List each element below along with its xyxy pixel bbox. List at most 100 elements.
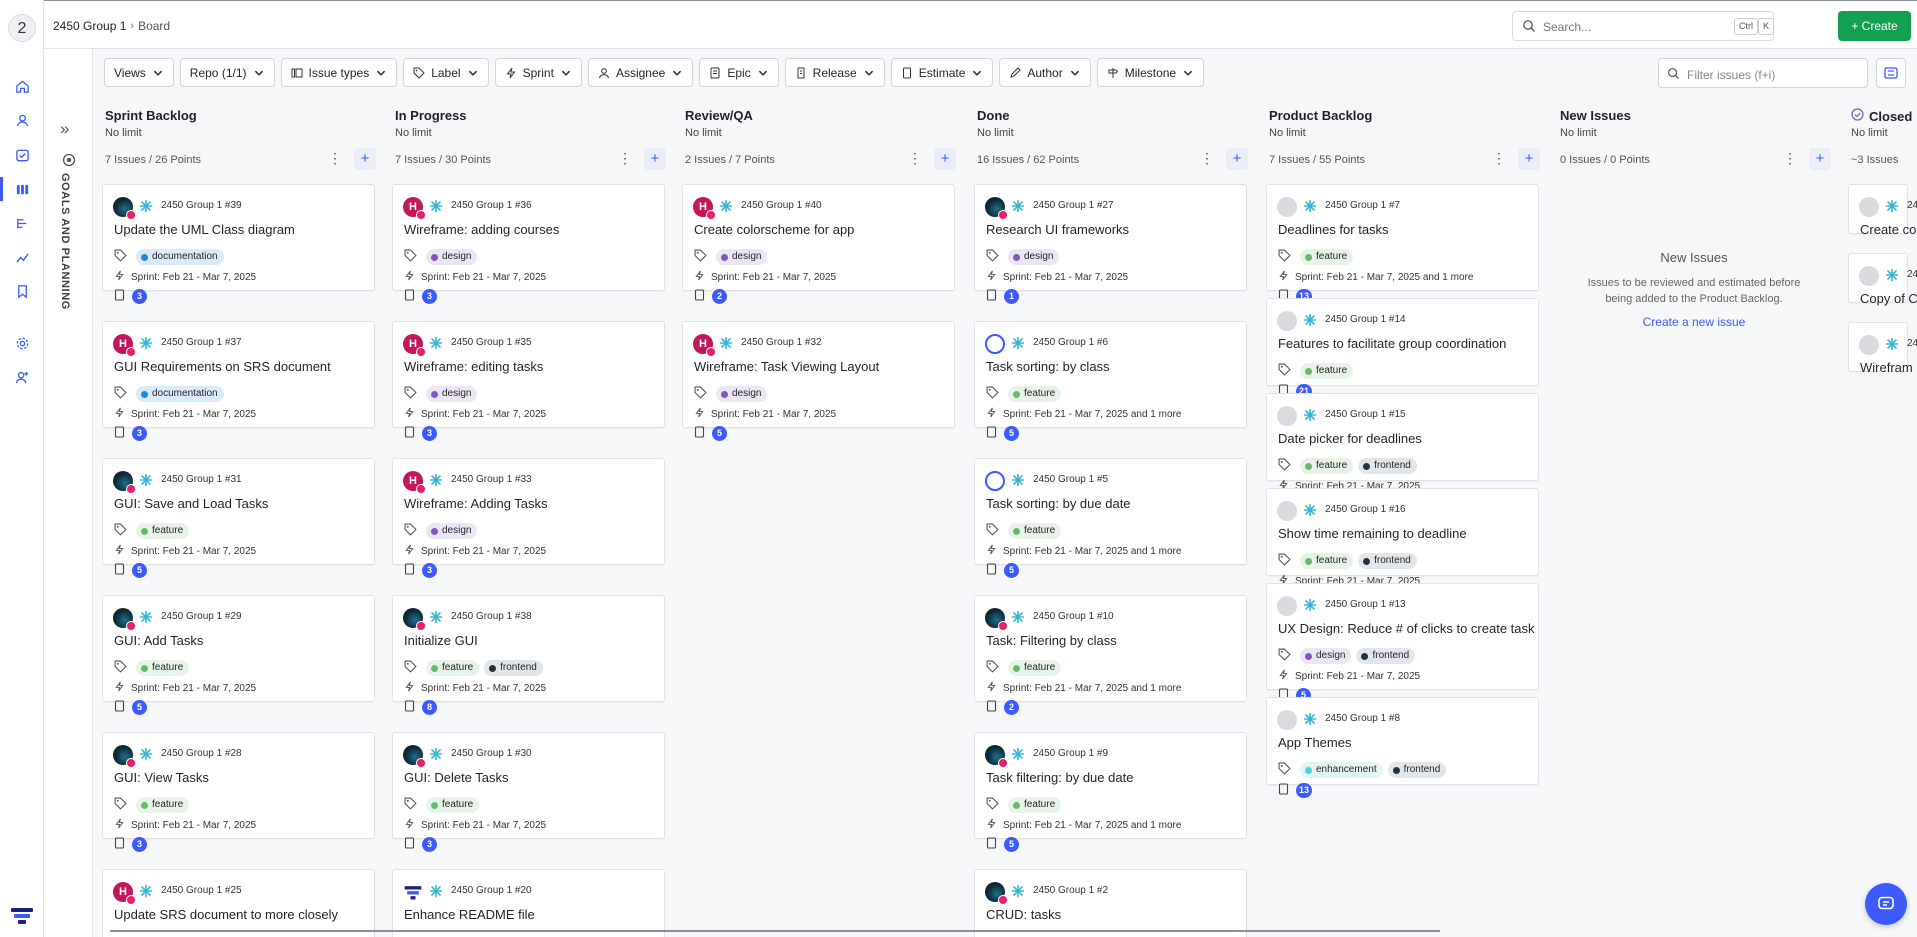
label-badge[interactable]: feature (136, 797, 190, 813)
label-badge[interactable]: design (1008, 249, 1060, 265)
column-more-icon[interactable]: ⋮ (328, 151, 342, 165)
author-filter[interactable]: Author (999, 58, 1091, 87)
label-badge[interactable]: design (716, 386, 768, 402)
issue-title[interactable]: Update the UML Class diagram (114, 222, 295, 237)
issue-title[interactable]: Create col (1860, 222, 1917, 237)
column-add-button[interactable]: + (1226, 148, 1248, 170)
issue-card[interactable]: 24 Wirefram (1848, 322, 1917, 375)
label-badge[interactable]: documentation (136, 386, 224, 402)
repo-filter[interactable]: Repo (1/1) (179, 58, 275, 87)
issue-card[interactable]: H 2450 Group 1 #35 Wireframe: editing task… (392, 321, 665, 441)
column-add-button[interactable]: + (934, 148, 956, 170)
issue-card[interactable]: 2450 Group 1 #27 Research UI frameworks de… (974, 184, 1247, 304)
column-title[interactable]: Review/QA (685, 108, 753, 123)
issue-title[interactable]: Wireframe: Adding Tasks (404, 496, 548, 511)
issue-card[interactable]: 2450 Group 1 #7 Deadlines for tasks featur… (1266, 184, 1539, 304)
issue-title[interactable]: Research UI frameworks (986, 222, 1129, 237)
create-button[interactable]: + Create (1838, 11, 1911, 41)
issue-card[interactable]: 2450 Group 1 #28 GUI: View Tasks feature Sp… (102, 732, 375, 852)
label-badge[interactable]: frontend (1356, 648, 1416, 664)
issue-card[interactable]: 24 Copy of C (1848, 253, 1917, 306)
filter-issues-input[interactable]: Filter issues (f+i) (1658, 58, 1868, 88)
issue-title[interactable]: Task sorting: by due date (986, 496, 1131, 511)
column-add-button[interactable]: + (644, 148, 666, 170)
issue-card[interactable]: H 2450 Group 1 #37 GUI Requirements on SRS… (102, 321, 375, 441)
issue-types-filter[interactable]: Issue types (280, 58, 398, 87)
issue-card[interactable]: 2450 Group 1 #6 Task sorting: by class fea… (974, 321, 1247, 441)
issue-title[interactable]: Wireframe: editing tasks (404, 359, 543, 374)
releases-icon[interactable] (12, 281, 32, 301)
breadcrumb-repo[interactable]: 2450 Group 1 (53, 19, 126, 33)
issue-card[interactable]: 2450 Group 1 #14 Features to facilitate g… (1266, 298, 1539, 399)
label-badge[interactable]: feature (1300, 458, 1354, 474)
column-more-icon[interactable]: ⋮ (1783, 151, 1797, 165)
issue-card[interactable]: H 2450 Group 1 #40 Create colorscheme for … (682, 184, 955, 304)
column-add-button[interactable]: + (1518, 148, 1540, 170)
issue-title[interactable]: Task: Filtering by class (986, 633, 1117, 648)
issue-title[interactable]: Date picker for deadlines (1278, 431, 1422, 446)
chat-button[interactable] (1865, 883, 1907, 925)
label-badge[interactable]: feature (1300, 553, 1354, 569)
column-add-button[interactable]: + (1809, 148, 1831, 170)
issue-card[interactable]: 2450 Group 1 #29 GUI: Add Tasks feature Spr… (102, 595, 375, 715)
issue-title[interactable]: GUI Requirements on SRS document (114, 359, 331, 374)
issue-title[interactable]: Task filtering: by due date (986, 770, 1133, 785)
column-more-icon[interactable]: ⋮ (908, 151, 922, 165)
label-badge[interactable]: feature (426, 660, 480, 676)
issue-card[interactable]: 2450 Group 1 #2 CRUD: tasks (974, 869, 1247, 937)
issue-title[interactable]: Wirefram (1860, 360, 1913, 375)
issue-title[interactable]: Wireframe: Task Viewing Layout (694, 359, 879, 374)
label-badge[interactable]: feature (1008, 660, 1062, 676)
issue-title[interactable]: Copy of C (1860, 291, 1917, 306)
create-new-issue-link[interactable]: Create a new issue (1557, 315, 1831, 329)
label-badge[interactable]: feature (136, 523, 190, 539)
issue-title[interactable]: GUI: Save and Load Tasks (114, 496, 268, 511)
settings-icon[interactable] (12, 333, 32, 353)
issue-title[interactable]: Deadlines for tasks (1278, 222, 1389, 237)
label-badge[interactable]: design (716, 249, 768, 265)
expand-panel-icon[interactable]: » (60, 119, 69, 139)
label-badge[interactable]: feature (1300, 363, 1354, 379)
issue-card[interactable]: 2450 Group 1 #39 Update the UML Class dia… (102, 184, 375, 304)
user-icon[interactable] (12, 110, 32, 130)
issue-card[interactable]: H 2450 Group 1 #32 Wireframe: Task Viewing… (682, 321, 955, 441)
views-filter[interactable]: Views (104, 58, 174, 87)
sprint-filter[interactable]: Sprint (494, 58, 582, 87)
issue-title[interactable]: Features to facilitate group coordinatio… (1278, 336, 1506, 351)
issue-card[interactable]: 2450 Group 1 #13 UX Design: Reduce # of c… (1266, 583, 1539, 703)
issue-title[interactable]: Update SRS document to more closely (114, 907, 338, 922)
issue-card[interactable]: H 2450 Group 1 #33 Wireframe: Adding Tasks… (392, 458, 665, 578)
column-more-icon[interactable]: ⋮ (1492, 151, 1506, 165)
issue-card[interactable]: 2450 Group 1 #20 Enhance README file (392, 869, 665, 937)
home-icon[interactable] (12, 76, 32, 96)
add-user-icon[interactable] (12, 367, 32, 387)
label-badge[interactable]: feature (1008, 797, 1062, 813)
board-settings-button[interactable] (1876, 58, 1906, 88)
label-badge[interactable]: feature (426, 797, 480, 813)
issue-title[interactable]: UX Design: Reduce # of clicks to create … (1278, 621, 1535, 636)
label-badge[interactable]: design (426, 523, 478, 539)
issue-card[interactable]: 2450 Group 1 #30 GUI: Delete Tasks feature… (392, 732, 665, 852)
label-badge[interactable]: feature (1008, 386, 1062, 402)
label-badge[interactable]: design (1300, 648, 1352, 664)
horizontal-scrollbar[interactable] (110, 930, 1440, 932)
issue-card[interactable]: 2450 Group 1 #15 Date picker for deadline… (1266, 393, 1539, 492)
issue-card[interactable]: 2450 Group 1 #10 Task: Filtering by class… (974, 595, 1247, 715)
column-title[interactable]: Sprint Backlog (105, 108, 197, 123)
issue-card[interactable]: H 2450 Group 1 #25 Update SRS document to … (102, 869, 375, 937)
issue-title[interactable]: Create colorscheme for app (694, 222, 854, 237)
label-badge[interactable]: feature (1008, 523, 1062, 539)
release-filter[interactable]: Release (784, 58, 885, 87)
column-more-icon[interactable]: ⋮ (618, 151, 632, 165)
label-badge[interactable]: feature (136, 660, 190, 676)
column-title[interactable]: New Issues (1560, 108, 1631, 123)
issue-card[interactable]: 2450 Group 1 #38 Initialize GUI feature fro… (392, 595, 665, 715)
column-title[interactable]: Done (977, 108, 1010, 123)
checklist-icon[interactable] (12, 145, 32, 165)
issue-card[interactable]: 2450 Group 1 #31 GUI: Save and Load Tasks… (102, 458, 375, 578)
label-filter[interactable]: Label (403, 58, 489, 87)
label-badge[interactable]: frontend (1358, 458, 1417, 474)
label-badge[interactable]: design (426, 386, 478, 402)
issue-card[interactable]: 24 Create col (1848, 184, 1917, 237)
board-icon[interactable] (12, 179, 32, 199)
